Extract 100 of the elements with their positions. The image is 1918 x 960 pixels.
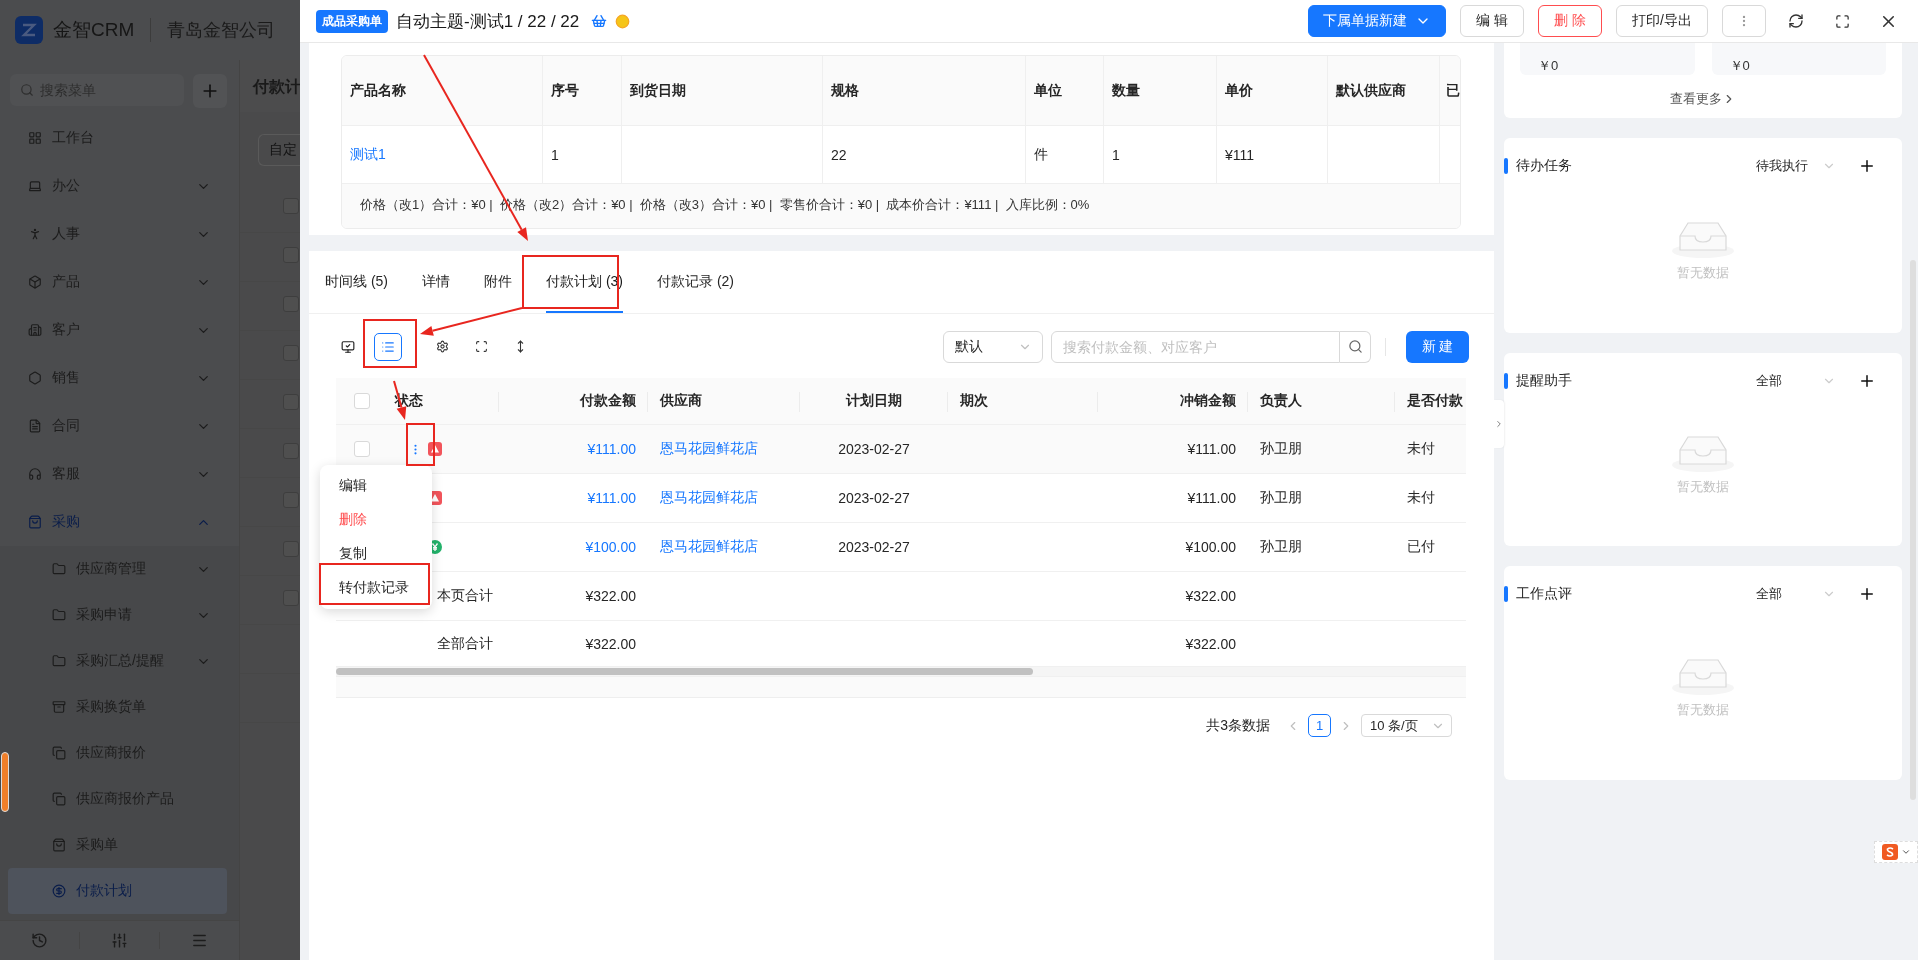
column-header: 序号	[543, 56, 622, 125]
column-header: 单价	[1217, 56, 1328, 125]
scroll-indicator	[1, 752, 9, 812]
menu-item[interactable]: 转付款记录	[320, 571, 432, 605]
table-cell: ¥322.00	[1185, 635, 1236, 652]
plus-icon[interactable]	[1858, 372, 1876, 390]
stat-value: ￥0	[1538, 57, 1559, 75]
widget-title: 工作点评	[1516, 585, 1573, 603]
widget-title: 提醒助手	[1516, 372, 1573, 390]
column-header: 产品名称	[342, 56, 543, 125]
table-cell: 1	[551, 146, 559, 163]
action-button[interactable]: 编 辑	[1460, 5, 1525, 37]
supplier-link[interactable]: 恩马花园鲜花店	[660, 489, 758, 507]
page-button[interactable]: 1	[1308, 714, 1331, 737]
column-header: 计划日期	[846, 392, 902, 410]
select-all-checkbox[interactable]	[354, 393, 370, 409]
column-header: 期次	[960, 392, 988, 410]
table-cell: 孙卫朋	[1260, 440, 1302, 458]
product-link[interactable]: 测试1	[350, 145, 386, 164]
column-header: 数量	[1104, 56, 1217, 125]
highlight-frame	[363, 319, 417, 368]
menu-item-icon	[52, 700, 66, 714]
row-checkbox[interactable]	[283, 296, 299, 312]
column-header: 冲销金额	[1180, 392, 1236, 410]
table-cell: 22	[831, 146, 847, 163]
fullscreen-icon	[1834, 13, 1850, 29]
tab[interactable]: 附件	[484, 267, 512, 313]
delete-button[interactable]: 删 除	[1538, 5, 1603, 37]
row-checkbox[interactable]	[283, 590, 299, 606]
column-header: 规格	[823, 56, 1026, 125]
new-sub-document-button[interactable]: 下属单据新建	[1308, 5, 1447, 37]
tab[interactable]: 详情	[422, 267, 450, 313]
menu-item[interactable]: 删除	[320, 503, 432, 537]
list-view-button[interactable]	[374, 332, 402, 361]
widget-filter[interactable]: 待我执行	[1756, 157, 1836, 175]
column-header: 到货日期	[622, 56, 823, 125]
search-field[interactable]: 搜索付款金额、对应客户	[1051, 330, 1340, 363]
input-method-icon	[1881, 844, 1898, 860]
see-more-link[interactable]: 查看更多	[1670, 90, 1736, 108]
search-button[interactable]	[1340, 330, 1371, 363]
input-method-widget[interactable]	[1874, 841, 1918, 863]
monitor-icon	[341, 339, 355, 354]
collapse-handle[interactable]	[1494, 400, 1504, 448]
row-checkbox[interactable]	[283, 394, 299, 410]
totals-label: 本页合计	[437, 587, 493, 605]
more-button[interactable]	[1722, 5, 1766, 37]
widget-filter[interactable]: 全部	[1756, 372, 1836, 390]
table-cell: 2023-02-27	[838, 539, 910, 555]
settings-icon	[435, 340, 449, 353]
app-name: 金智CRM	[53, 18, 135, 42]
amount-link[interactable]: ¥100.00	[585, 539, 636, 555]
sort-select[interactable]: 默认	[943, 330, 1043, 363]
plus-icon[interactable]	[1858, 157, 1876, 175]
title-bar-marker	[1504, 373, 1508, 389]
new-button[interactable]: 新 建	[1406, 330, 1469, 363]
totals-label: 全部合计	[437, 634, 493, 653]
menu-item[interactable]: 编辑	[320, 469, 432, 503]
table-cell: 孙卫朋	[1260, 489, 1302, 507]
table-cell: 1	[1112, 146, 1120, 163]
supplier-link[interactable]: 恩马花园鲜花店	[660, 538, 758, 556]
column-header: 负责人	[1260, 392, 1302, 410]
row-checkbox[interactable]	[283, 541, 299, 557]
tab[interactable]: 时间线 (5)	[325, 267, 388, 313]
action-button[interactable]: 打印/导出	[1616, 5, 1708, 37]
total-count: 共3条数据	[1206, 716, 1270, 735]
table-cell: 已付	[1407, 538, 1435, 556]
page-size-select[interactable]: 10 条/页	[1361, 714, 1452, 737]
add-button[interactable]	[193, 74, 227, 108]
menu-icon	[191, 932, 208, 949]
table-cell: ¥322.00	[585, 635, 636, 652]
expand-icon	[474, 340, 488, 353]
column-header: 默认供应商	[1328, 56, 1440, 125]
horizontal-scrollbar[interactable]	[336, 667, 1466, 677]
table-cell: 未付	[1407, 440, 1435, 458]
menu-item-icon	[52, 884, 66, 898]
table-cell: 孙卫朋	[1260, 538, 1302, 556]
tab[interactable]: 付款记录 (2)	[657, 267, 734, 313]
menu-item-icon	[52, 562, 66, 576]
menu-item-icon	[52, 654, 66, 668]
amount-link[interactable]: ¥111.00	[587, 441, 636, 457]
refresh-icon	[1788, 13, 1804, 29]
chevron-right-icon	[1494, 419, 1504, 429]
plus-icon[interactable]	[1858, 585, 1876, 603]
row-checkbox[interactable]	[283, 492, 299, 508]
row-checkbox[interactable]	[283, 247, 299, 263]
table-cell: 件	[1034, 145, 1048, 164]
table-cell: ¥111.00	[1187, 441, 1236, 457]
menu-item-icon	[28, 227, 42, 241]
amount-link[interactable]: ¥111.00	[587, 490, 636, 506]
row-checkbox[interactable]	[283, 443, 299, 459]
drawer-title: 自动主题-测试1 / 22 / 22	[396, 10, 580, 33]
row-checkbox[interactable]	[283, 198, 299, 214]
empty-text: 暂无数据	[1677, 701, 1729, 719]
menu-item[interactable]: 复制	[320, 537, 432, 571]
supplier-link[interactable]: 恩马花园鲜花店	[660, 440, 758, 458]
title-bar-marker	[1504, 586, 1508, 602]
row-checkbox[interactable]	[283, 345, 299, 361]
column-header: 是否付款	[1407, 392, 1463, 410]
menu-item[interactable]: 付款计划	[8, 868, 227, 914]
widget-filter[interactable]: 全部	[1756, 585, 1836, 603]
